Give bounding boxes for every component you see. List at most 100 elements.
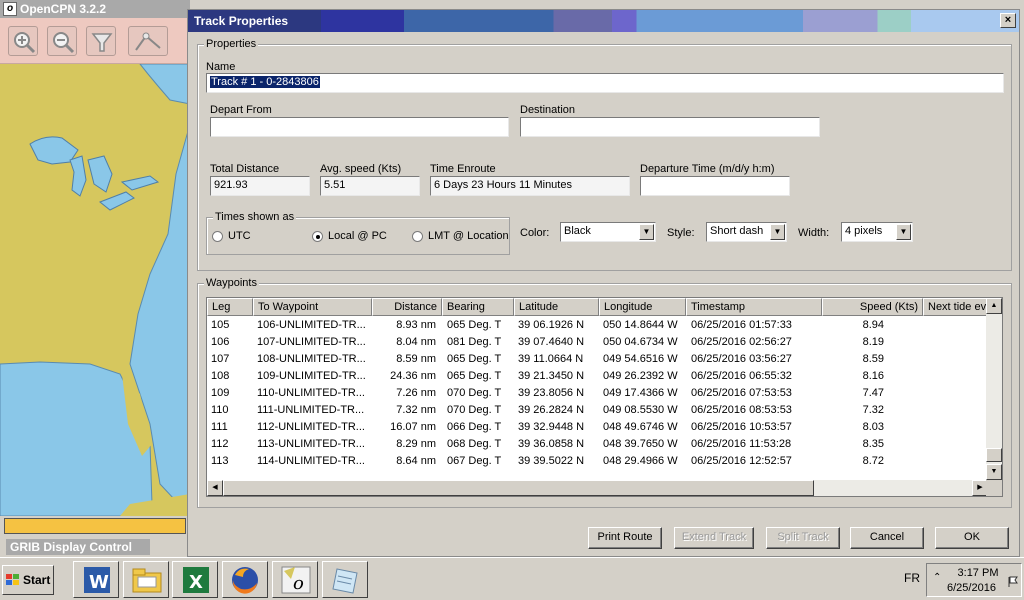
- cell-leg: 105: [211, 319, 230, 331]
- zoom-in-icon: [14, 32, 36, 54]
- cell-latitude: 39 23.8056 N: [518, 387, 585, 399]
- cell-timestamp: 06/25/2016 06:55:32: [691, 370, 792, 382]
- scroll-down-button[interactable]: ▼: [986, 464, 1002, 480]
- cell-timestamp: 06/25/2016 11:53:28: [691, 438, 792, 450]
- cell-latitude: 39 32.9448 N: [518, 421, 585, 433]
- ok-button[interactable]: OK: [935, 527, 1009, 549]
- grib-panel[interactable]: GRIB Display Control: [0, 536, 190, 556]
- vertical-scrollbar[interactable]: ▲ ▼: [986, 298, 1002, 480]
- table-row[interactable]: 112 113-UNLIMITED-TR... 8.29 nm 068 Deg. T 3…: [207, 436, 988, 453]
- radio-utc-dot: [212, 230, 223, 242]
- cell-leg: 113: [211, 455, 229, 467]
- destination-input[interactable]: [520, 117, 820, 137]
- cell-speed: 7.32: [862, 404, 884, 416]
- table-row[interactable]: 105 106-UNLIMITED-TR... 8.93 nm 065 Deg. T 3…: [207, 317, 988, 334]
- col-next-tide[interactable]: Next tide ev: [923, 298, 993, 316]
- table-row[interactable]: 111 112-UNLIMITED-TR... 16.07 nm 066 Deg. T…: [207, 419, 988, 436]
- radio-lmt[interactable]: LMT @ Location: [412, 230, 509, 242]
- taskbar-firefox[interactable]: [222, 561, 268, 598]
- col-longitude[interactable]: Longitude: [599, 298, 686, 316]
- cell-longitude: 050 04.6734 W: [603, 336, 678, 348]
- cell-speed: 8.16: [862, 370, 884, 382]
- scroll-up-button[interactable]: ▲: [986, 298, 1002, 314]
- table-row[interactable]: 107 108-UNLIMITED-TR... 8.59 nm 065 Deg. T 3…: [207, 351, 988, 368]
- style-select[interactable]: Short dash ▼: [706, 222, 787, 242]
- table-row[interactable]: 106 107-UNLIMITED-TR... 8.04 nm 081 Deg. T 3…: [207, 334, 988, 351]
- cell-bearing: 068 Deg. T: [447, 438, 502, 450]
- departure-time-input[interactable]: [640, 176, 790, 196]
- taskbar-notepad[interactable]: [322, 561, 368, 598]
- vertical-scroll-thumb[interactable]: [986, 448, 1002, 462]
- properties-group-label: Properties: [204, 38, 259, 50]
- extend-track-button[interactable]: Extend Track: [674, 527, 754, 549]
- nautical-chart[interactable]: [0, 64, 190, 516]
- tray-expand-icon[interactable]: ⌃: [933, 572, 941, 583]
- col-speed[interactable]: Speed (Kts): [822, 298, 923, 316]
- col-leg[interactable]: Leg: [207, 298, 253, 316]
- cell-leg: 111: [211, 421, 228, 433]
- color-select-value: Black: [564, 225, 591, 237]
- cell-distance: 7.32 nm: [396, 404, 436, 416]
- cell-latitude: 39 26.2824 N: [518, 404, 585, 416]
- filter-button[interactable]: [86, 26, 116, 56]
- split-track-button[interactable]: Split Track: [766, 527, 840, 549]
- cell-latitude: 39 07.4640 N: [518, 336, 585, 348]
- print-route-button[interactable]: Print Route: [588, 527, 662, 549]
- clock-time[interactable]: 3:17 PM: [955, 567, 1001, 579]
- table-row[interactable]: 110 111-UNLIMITED-TR... 7.32 nm 070 Deg. T 3…: [207, 402, 988, 419]
- track-properties-dialog: Track Properties × Properties Name Track…: [187, 9, 1020, 557]
- cell-timestamp: 06/25/2016 03:56:27: [691, 353, 792, 365]
- windows-logo-icon: [6, 574, 19, 585]
- table-row[interactable]: 109 110-UNLIMITED-TR... 7.26 nm 070 Deg. T 3…: [207, 385, 988, 402]
- taskbar-opencpn[interactable]: o: [272, 561, 318, 598]
- taskbar-explorer[interactable]: [123, 561, 169, 598]
- avg-speed-field[interactable]: 5.51: [320, 176, 420, 196]
- start-button[interactable]: Start: [2, 565, 54, 595]
- grib-title: GRIB Display Control: [6, 539, 150, 555]
- taskbar-excel[interactable]: X: [172, 561, 218, 598]
- total-distance-field[interactable]: 921.93: [210, 176, 310, 196]
- col-distance[interactable]: Distance: [372, 298, 442, 316]
- svg-text:o: o: [293, 573, 304, 594]
- zoom-out-button[interactable]: [47, 26, 77, 56]
- depart-from-input[interactable]: [210, 117, 509, 137]
- radio-local[interactable]: Local @ PC: [312, 230, 387, 242]
- name-input[interactable]: Track # 1 - 0-2843806: [206, 73, 1004, 93]
- name-label: Name: [206, 61, 236, 73]
- horizontal-scrollbar[interactable]: ◀ ▶: [207, 480, 988, 496]
- scroll-corner: [986, 480, 1002, 496]
- radio-lmt-dot: [412, 230, 423, 242]
- waypoints-list[interactable]: Leg To Waypoint Distance Bearing Latitud…: [206, 297, 1003, 497]
- col-latitude[interactable]: Latitude: [514, 298, 599, 316]
- route-button[interactable]: [128, 26, 168, 56]
- width-select[interactable]: 4 pixels ▼: [841, 222, 913, 242]
- cell-latitude: 39 06.1926 N: [518, 319, 585, 331]
- horizontal-scroll-thumb[interactable]: [223, 480, 814, 496]
- word-icon: W: [84, 567, 110, 593]
- times-shown-label: Times shown as: [213, 211, 297, 223]
- taskbar-word[interactable]: W: [73, 561, 119, 598]
- col-to-waypoint[interactable]: To Waypoint: [253, 298, 372, 316]
- clock-date[interactable]: 6/25/2016: [947, 582, 996, 594]
- table-row[interactable]: 108 109-UNLIMITED-TR... 24.36 nm 065 Deg. T…: [207, 368, 988, 385]
- col-timestamp[interactable]: Timestamp: [686, 298, 822, 316]
- action-center-flag-icon[interactable]: [1007, 576, 1019, 588]
- zoom-in-button[interactable]: [8, 26, 38, 56]
- radio-utc[interactable]: UTC: [212, 230, 251, 242]
- cell-bearing: 067 Deg. T: [447, 455, 502, 467]
- cancel-button[interactable]: Cancel: [850, 527, 924, 549]
- app-toolbar: [0, 18, 190, 64]
- waypoints-rows: 105 106-UNLIMITED-TR... 8.93 nm 065 Deg. T 3…: [207, 317, 988, 470]
- close-button[interactable]: ×: [1000, 13, 1016, 28]
- time-enroute-field[interactable]: 6 Days 23 Hours 11 Minutes: [430, 176, 630, 196]
- system-tray: ⌃ 3:17 PM 6/25/2016: [926, 563, 1022, 597]
- dialog-titlebar[interactable]: Track Properties ×: [188, 10, 1019, 32]
- width-select-value: 4 pixels: [845, 225, 883, 237]
- col-bearing[interactable]: Bearing: [442, 298, 514, 316]
- color-select[interactable]: Black ▼: [560, 222, 656, 242]
- table-row[interactable]: 113 114-UNLIMITED-TR... 8.64 nm 067 Deg. T 3…: [207, 453, 988, 470]
- language-indicator[interactable]: FR: [904, 571, 920, 585]
- cell-speed: 8.03: [862, 421, 884, 433]
- scroll-left-button[interactable]: ◀: [207, 480, 223, 496]
- cell-timestamp: 06/25/2016 08:53:53: [691, 404, 792, 416]
